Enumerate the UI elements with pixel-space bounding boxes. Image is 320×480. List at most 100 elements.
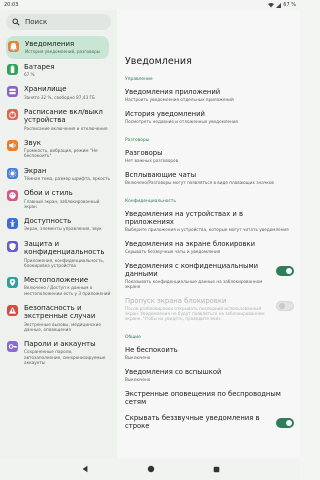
settings-item[interactable]: Уведомления на экране блокировки Скрывать… [117,236,300,258]
sidebar-item-title: Защита и конфиденциальность [24,239,105,257]
sidebar-item-subtitle: Экран, элементы управления, звук [24,226,102,232]
navigation-bar [0,458,300,480]
sidebar-item-title: Экран [24,166,47,175]
emergency-icon [7,304,18,316]
notifications-panel: Уведомления Управление Уведомления прилож… [117,10,300,458]
recents-icon [213,466,219,472]
settings-item[interactable]: Скрывать беззвучные уведомления в строке [117,410,300,434]
settings-item-subtitle: Посмотреть недавние и отложенные уведомл… [125,119,238,124]
signal-icon [276,2,282,8]
settings-item[interactable]: Не беспокоить Выключено [117,342,300,364]
sidebar-item[interactable]: Защита и конфиденциальность Приложения, к… [0,236,117,272]
settings-item[interactable]: История уведомлений Посмотреть недавние и… [117,106,300,128]
sidebar-item[interactable]: Батарея 67 % [0,59,117,82]
back-icon [82,465,87,473]
sidebar-item[interactable]: Хранилище Занято 32 %, свободно 87,43 ГБ [0,81,117,104]
sidebar-item-title: Местоположение [24,275,89,284]
settings-item-title: Уведомления на устройствах и в приложени… [125,210,243,226]
sidebar-item[interactable]: Местоположение Включено / Доступ к данным… [0,272,117,300]
sidebar-item[interactable]: Обои и стиль Главный экран, заблокированн… [0,185,117,213]
settings-item-subtitle: Включено/Разговоры могут появляться в ви… [125,180,274,185]
battery-percent: 67 % [283,2,296,8]
settings-item-subtitle: Настроить уведомления отдельных приложен… [125,97,234,102]
status-bar: 20:03 67 % [0,0,300,10]
settings-item-title: Всплывающие чаты [125,171,197,179]
sidebar-item[interactable]: Доступность Экран, элементы управления, з… [0,213,117,236]
status-time: 20:03 [4,2,19,8]
sidebar-item-title: Звук [24,138,41,147]
settings-item-subtitle: Выключено [125,355,151,360]
settings-item-title: Экстренные оповещения по беспроводным се… [125,390,281,406]
search-bar[interactable]: Поиск [6,14,111,30]
settings-item[interactable]: Разговоры Нет важных разговоров [117,145,300,167]
sidebar-item-subtitle: Тёмная тема, размер шрифта, яркость [24,176,110,182]
toggle-switch [276,301,294,311]
settings-item[interactable]: Экстренные оповещения по беспроводным се… [117,386,300,410]
section-header: Конфиденциальность [125,199,176,204]
settings-item-subtitle: Нет важных разговоров [125,158,179,163]
sidebar-item[interactable]: Расписание вкл/выкл устройства Расписание… [0,104,117,135]
settings-item-subtitle: Выберите приложения и устройства, которы… [125,227,289,232]
sidebar-item-subtitle: Занято 32 %, свободно 87,43 ГБ [24,94,95,100]
sidebar-item-title: Обои и стиль [24,189,73,198]
sidebar-item[interactable]: Звук Громкость, вибрация, режим "Не беспо… [0,135,117,163]
volume-icon [7,139,18,151]
bell-icon [8,41,19,52]
sidebar-item-subtitle: Экстренные вызовы, медицинские данные, о… [24,321,101,332]
sidebar-item-title: Расписание вкл/выкл устройства [24,107,103,125]
storage-icon [7,86,18,98]
settings-list: Управление Уведомления приложений Настроит… [117,77,300,434]
sidebar-item-title: Безопасность и экстренные случаи [24,303,96,321]
settings-item-subtitle: После разблокировки открывать последний … [125,306,265,321]
section-header: Общие [125,335,141,340]
sidebar-item-title: Батарея [24,62,55,71]
toggle-knob [286,420,292,426]
settings-item-title: Пропуск экрана блокировки [125,297,227,305]
settings-item-title: Уведомления на экране блокировки [125,240,256,248]
sidebar-item-title: Доступность [24,217,72,226]
settings-sidebar: Поиск Уведомления История уведомлений, ра… [0,10,117,458]
sidebar-item[interactable]: Уведомления История уведомлений, разговор… [6,36,109,59]
wifi-icon [268,2,275,7]
sidebar-item-subtitle: 67 % [24,72,35,78]
location-icon [7,276,18,288]
settings-item-subtitle: Показывать конфиденциальные данные на за… [125,279,263,289]
settings-item-subtitle: Скрывать беззвучные чаты и уведомления [125,249,221,254]
search-icon [12,18,20,26]
toggle-knob [286,268,292,274]
settings-item-title: Скрывать беззвучные уведомления в строке [125,414,260,430]
sidebar-item[interactable]: Экран Тёмная тема, размер шрифта, яркость [0,163,117,186]
settings-item-title: Уведомления со вспышкой [125,368,222,376]
sidebar-item-subtitle: Главный экран, заблокированный экран [24,198,100,209]
page-title: Уведомления [125,56,192,67]
sidebar-item-title: Пароли и аккаунты [24,339,96,348]
toggle-knob [279,303,285,309]
section-header: Управление [125,77,153,82]
settings-item[interactable]: Уведомления приложений Настроить уведомле… [117,84,300,106]
back-button[interactable] [81,465,89,473]
sidebar-item-subtitle: История уведомлений, разговоры [25,49,101,55]
settings-item[interactable]: Уведомления с конфиденциальными данными П… [117,258,300,293]
home-button[interactable] [147,465,155,473]
toggle-switch[interactable] [276,266,294,276]
sidebar-item[interactable]: Пароли и аккаунты Сохраненные пароли, авт… [0,336,117,369]
recents-button[interactable] [213,466,220,473]
sidebar-item-title: Уведомления [25,40,75,48]
settings-item[interactable]: Уведомления на устройствах и в приложени… [117,206,300,236]
settings-item-title: Не беспокоить [125,346,178,354]
settings-item[interactable]: Всплывающие чаты Включено/Разговоры могут… [117,167,300,189]
sidebar-item[interactable]: Безопасность и экстренные случаи Экстренн… [0,300,117,336]
section-header: Разговоры [125,138,150,143]
settings-item-subtitle: Выключено [125,377,151,382]
shield-icon [7,240,18,252]
sidebar-item-subtitle: Приложения, конфиденциальность, блокиров… [24,257,105,268]
display-icon [7,167,18,179]
settings-item: Пропуск экрана блокировки После разблокир… [117,293,300,325]
sidebar-item-subtitle: Сохраненные пароли, автозаполнение, синх… [24,349,106,365]
sidebar-item-subtitle: Громкость, вибрация, режим "Не беспокоит… [24,148,98,159]
search-placeholder: Поиск [25,18,48,26]
status-indicators: 67 % [268,2,296,8]
settings-item[interactable]: Уведомления со вспышкой Выключено [117,364,300,386]
toggle-switch[interactable] [276,418,294,428]
sidebar-item-title: Хранилище [24,85,67,94]
